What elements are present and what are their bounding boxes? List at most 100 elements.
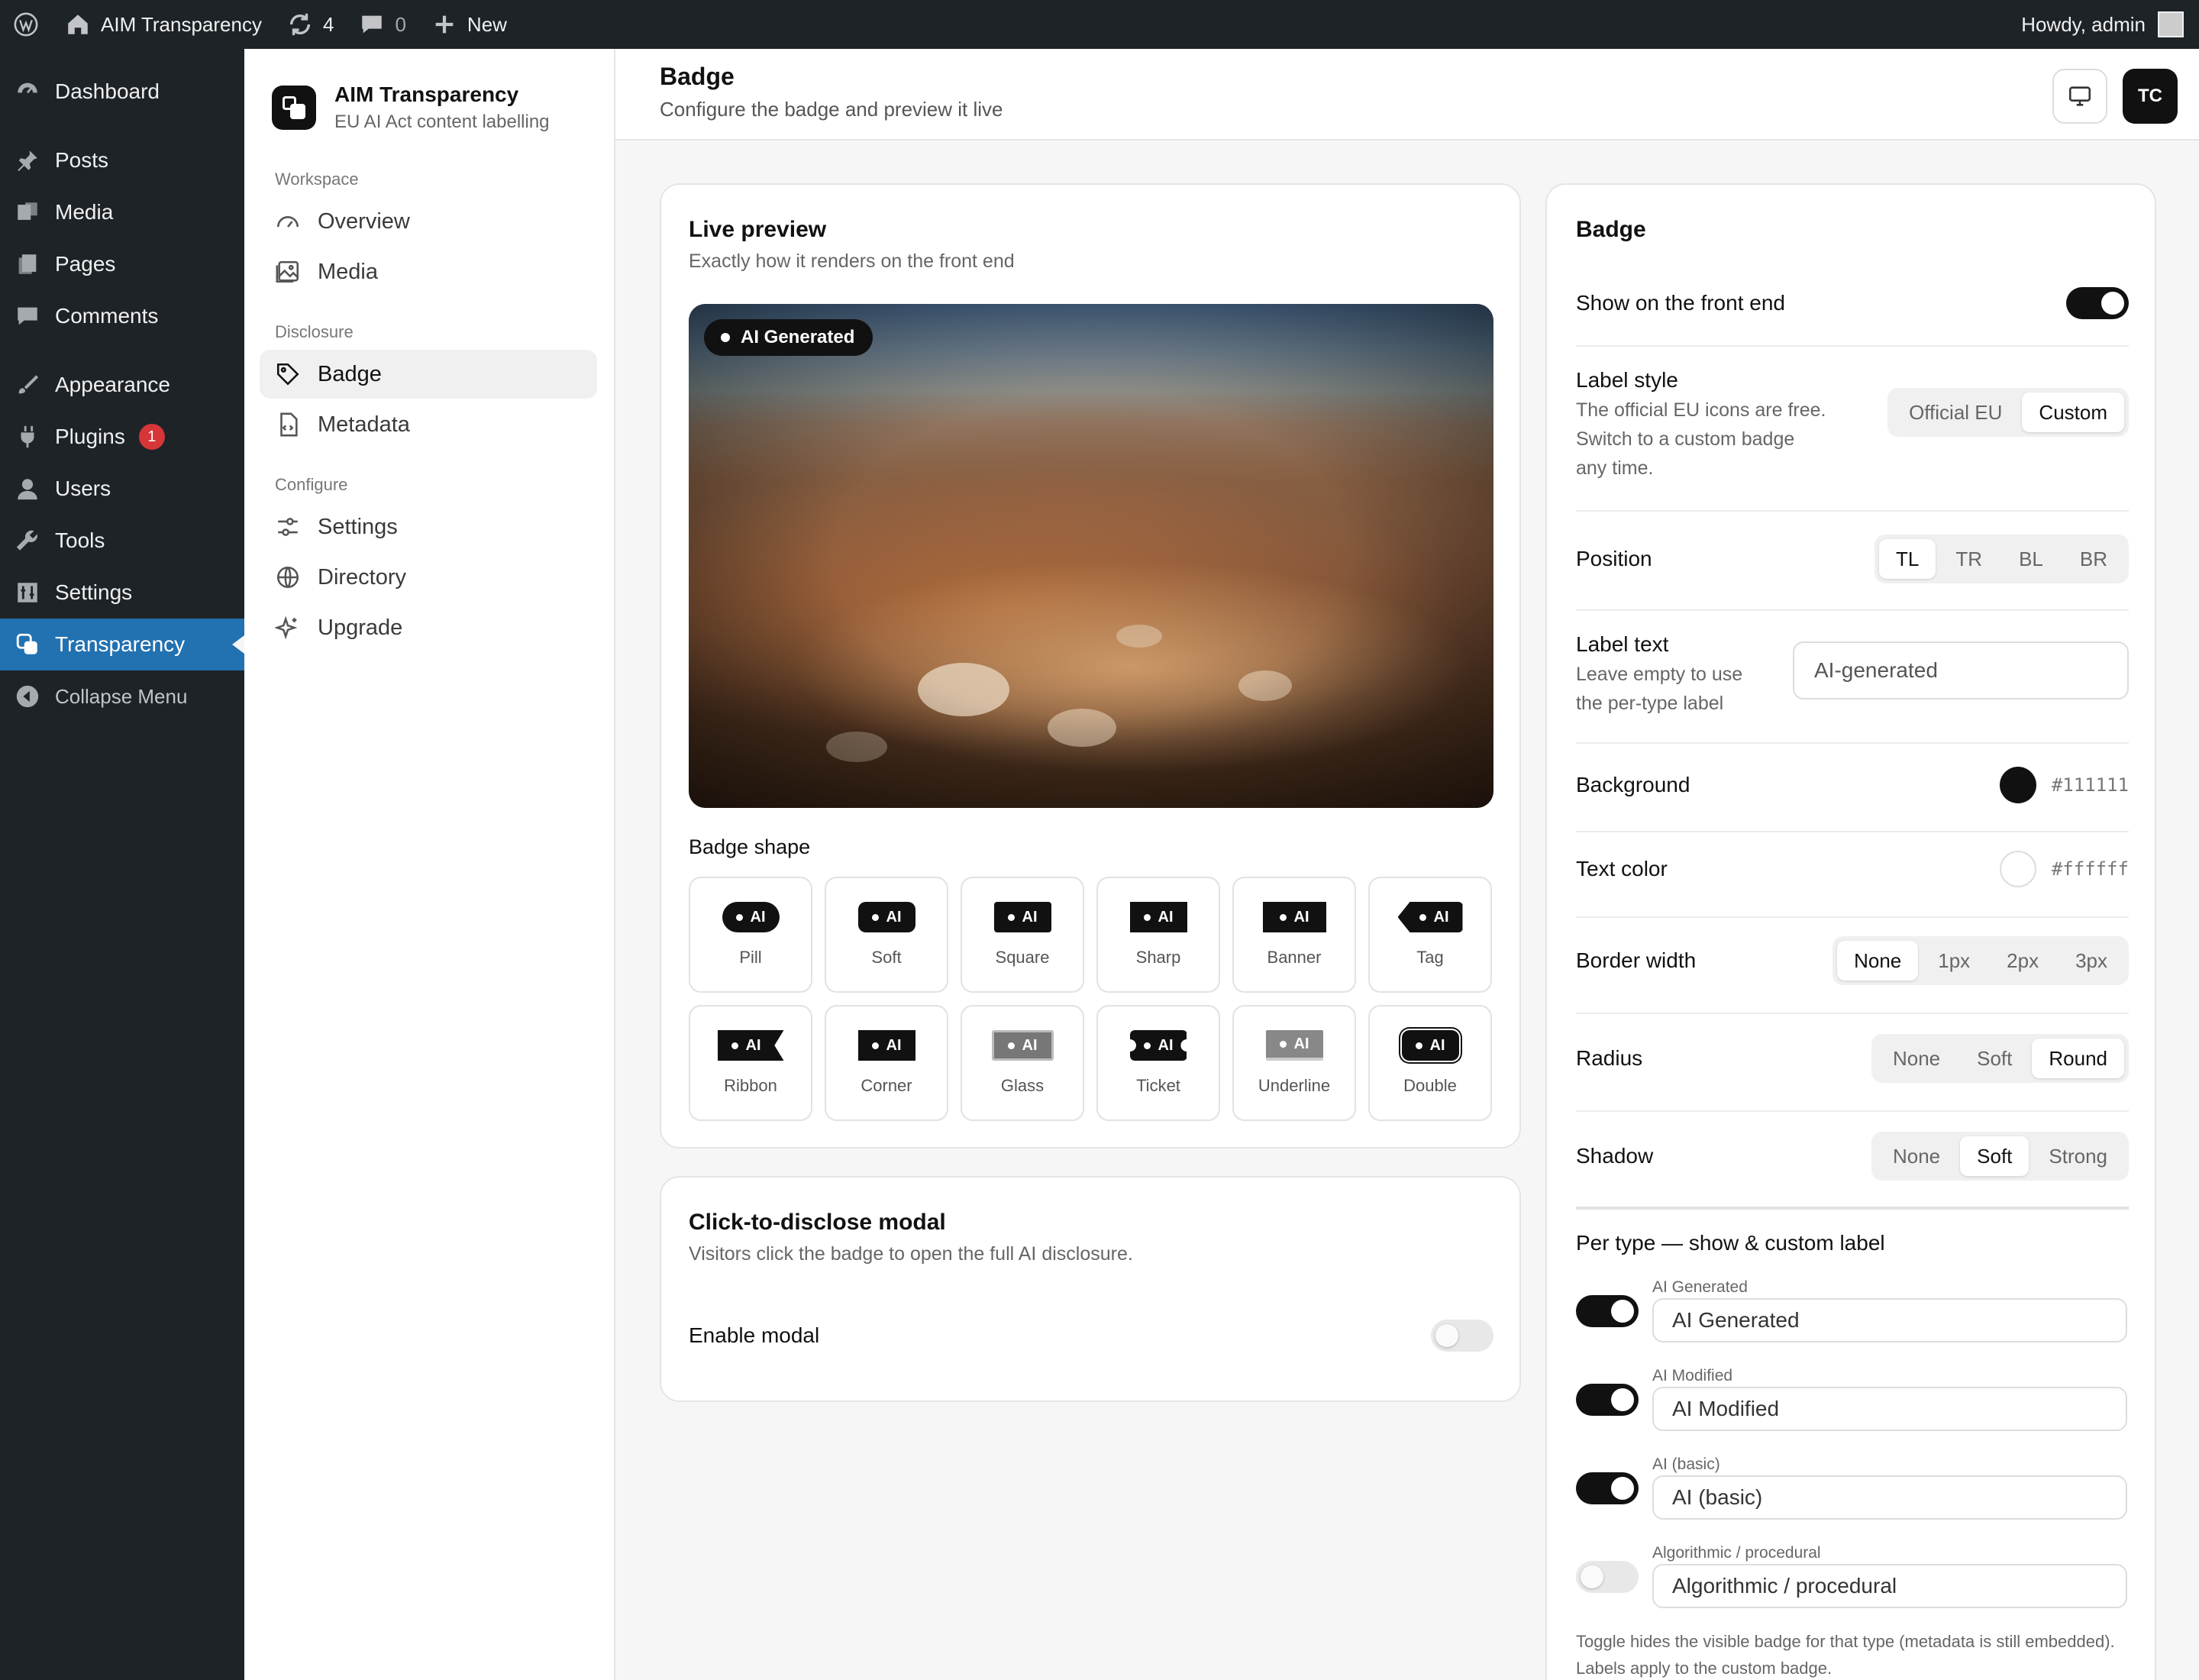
per-type-input-ai-modified[interactable]: AI Modified bbox=[1652, 1387, 2127, 1431]
label-style-option-official-eu[interactable]: Official EU bbox=[1892, 393, 2019, 432]
shape-mini-text: AI bbox=[1022, 1036, 1038, 1054]
shape-mini-text: AI bbox=[1022, 908, 1038, 926]
card-subtitle: Exactly how it renders on the front end bbox=[689, 250, 1015, 272]
menu-item-plugins[interactable]: Plugins 1 bbox=[0, 411, 244, 463]
plugins-update-badge: 1 bbox=[138, 424, 165, 450]
position-option-tl[interactable]: TL bbox=[1879, 539, 1936, 579]
plus-icon bbox=[431, 11, 458, 38]
position-segmented: TL TR BL BR bbox=[1874, 535, 2129, 583]
per-type-toggle-algorithmic[interactable] bbox=[1576, 1561, 1639, 1593]
per-type-input-ai-generated[interactable]: AI Generated bbox=[1652, 1298, 2127, 1342]
shadow-option-none[interactable]: None bbox=[1876, 1136, 1957, 1176]
label-text-input[interactable]: AI-generated bbox=[1793, 641, 2129, 699]
nav-item-badge[interactable]: Badge bbox=[260, 350, 597, 399]
border-width-option-1px[interactable]: 1px bbox=[1921, 941, 1987, 981]
radius-option-none[interactable]: None bbox=[1876, 1039, 1957, 1078]
nav-item-directory[interactable]: Directory bbox=[260, 553, 597, 602]
per-type-toggle-ai-modified[interactable] bbox=[1576, 1384, 1639, 1416]
radius-row: Radius None Soft Round bbox=[1576, 1034, 2129, 1083]
menu-label: Transparency bbox=[55, 632, 186, 656]
user-avatar-button[interactable]: TC bbox=[2123, 69, 2178, 124]
site-name-link[interactable]: AIM Transparency bbox=[52, 0, 274, 49]
my-account-link[interactable]: Howdy, admin bbox=[2021, 11, 2199, 37]
menu-item-transparency[interactable]: Transparency bbox=[0, 619, 244, 670]
shape-option-banner[interactable]: AI Banner bbox=[1232, 877, 1356, 993]
position-option-br[interactable]: BR bbox=[2063, 539, 2124, 579]
shape-option-tag[interactable]: AI Tag bbox=[1368, 877, 1492, 993]
border-width-option-none[interactable]: None bbox=[1837, 941, 1919, 981]
shape-option-corner[interactable]: AI Corner bbox=[825, 1005, 948, 1121]
show-front-toggle[interactable] bbox=[2066, 287, 2129, 319]
shape-label: Pill bbox=[739, 948, 762, 967]
menu-label: Dashboard bbox=[55, 79, 160, 103]
shadow-row: Shadow None Soft Strong bbox=[1576, 1132, 2129, 1181]
per-type-input-ai-basic[interactable]: AI (basic) bbox=[1652, 1475, 2127, 1520]
shadow-option-soft[interactable]: Soft bbox=[1960, 1136, 2029, 1176]
border-width-option-3px[interactable]: 3px bbox=[2059, 941, 2124, 981]
per-type-toggle-ai-basic[interactable] bbox=[1576, 1472, 1639, 1504]
show-front-row: Show on the front end bbox=[1576, 287, 2129, 319]
per-type-label: AI Generated bbox=[1652, 1278, 1748, 1296]
shape-option-soft[interactable]: AI Soft bbox=[825, 877, 948, 993]
menu-item-comments[interactable]: Comments bbox=[0, 290, 244, 342]
radius-option-round[interactable]: Round bbox=[2032, 1039, 2124, 1078]
position-option-tr[interactable]: TR bbox=[1939, 539, 1999, 579]
label-text-label: Label text bbox=[1576, 632, 1669, 656]
shape-option-glass[interactable]: AI Glass bbox=[961, 1005, 1084, 1121]
shape-option-pill[interactable]: AI Pill bbox=[689, 877, 812, 993]
menu-item-posts[interactable]: Posts bbox=[0, 134, 244, 186]
text-color-hex[interactable]: #ffffff bbox=[2052, 858, 2129, 880]
comments-link[interactable]: 0 bbox=[346, 0, 418, 49]
menu-item-appearance[interactable]: Appearance bbox=[0, 359, 244, 411]
menu-item-media[interactable]: Media bbox=[0, 186, 244, 238]
new-label: New bbox=[467, 12, 507, 36]
label-style-option-custom[interactable]: Custom bbox=[2022, 393, 2124, 432]
shadow-option-strong[interactable]: Strong bbox=[2032, 1136, 2124, 1176]
shape-option-underline[interactable]: AI Underline bbox=[1232, 1005, 1356, 1121]
nav-item-metadata[interactable]: Metadata bbox=[260, 400, 597, 449]
nav-item-overview[interactable]: Overview bbox=[260, 197, 597, 246]
menu-label: Users bbox=[55, 477, 111, 500]
card-title: Live preview bbox=[689, 217, 827, 242]
shape-option-square[interactable]: AI Square bbox=[961, 877, 1084, 993]
text-color-swatch[interactable] bbox=[1999, 851, 2036, 887]
gauge-icon bbox=[275, 208, 301, 234]
new-content-link[interactable]: New bbox=[418, 0, 519, 49]
shape-option-double[interactable]: AI Double bbox=[1368, 1005, 1492, 1121]
menu-item-tools[interactable]: Tools bbox=[0, 515, 244, 567]
menu-item-dashboard[interactable]: Dashboard bbox=[0, 66, 244, 118]
radius-option-soft[interactable]: Soft bbox=[1960, 1039, 2029, 1078]
menu-item-users[interactable]: Users bbox=[0, 463, 244, 515]
card-title: Badge bbox=[1576, 217, 1646, 242]
preview-ai-badge[interactable]: AI Generated bbox=[704, 319, 873, 356]
updates-link[interactable]: 4 bbox=[274, 0, 346, 49]
nav-item-settings[interactable]: Settings bbox=[260, 502, 597, 551]
menu-item-pages[interactable]: Pages bbox=[0, 238, 244, 290]
background-hex[interactable]: #111111 bbox=[2052, 774, 2129, 796]
border-width-label: Border width bbox=[1576, 948, 1697, 972]
enable-modal-toggle[interactable] bbox=[1431, 1320, 1493, 1352]
wordpress-logo-button[interactable] bbox=[0, 0, 52, 49]
label-style-help: The official EU icons are free. Switch t… bbox=[1576, 399, 1826, 479]
collapse-menu-button[interactable]: Collapse Menu bbox=[0, 670, 244, 722]
shape-option-sharp[interactable]: AI Sharp bbox=[1096, 877, 1220, 993]
nav-item-upgrade[interactable]: Upgrade bbox=[260, 603, 597, 652]
nav-section-title: Configure bbox=[275, 475, 348, 494]
shape-option-ticket[interactable]: AI Ticket bbox=[1096, 1005, 1220, 1121]
background-swatch[interactable] bbox=[1999, 767, 2036, 803]
nav-item-media[interactable]: Media bbox=[260, 247, 597, 296]
border-width-option-2px[interactable]: 2px bbox=[1990, 941, 2055, 981]
shape-mini-text: AI bbox=[1158, 908, 1174, 926]
pin-icon bbox=[14, 147, 41, 174]
tag-icon bbox=[275, 361, 301, 387]
preview-device-button[interactable] bbox=[2052, 69, 2107, 124]
menu-item-settings[interactable]: Settings bbox=[0, 567, 244, 619]
per-type-toggle-ai-generated[interactable] bbox=[1576, 1295, 1639, 1327]
per-type-input-algorithmic[interactable]: Algorithmic / procedural bbox=[1652, 1564, 2127, 1608]
shape-mini-text: AI bbox=[886, 1036, 902, 1054]
shape-mini-text: AI bbox=[1158, 1036, 1174, 1054]
position-option-bl[interactable]: BL bbox=[2002, 539, 2060, 579]
shape-option-ribbon[interactable]: AI Ribbon bbox=[689, 1005, 812, 1121]
border-width-segmented: None 1px 2px 3px bbox=[1832, 936, 2129, 985]
plug-icon bbox=[14, 423, 41, 451]
